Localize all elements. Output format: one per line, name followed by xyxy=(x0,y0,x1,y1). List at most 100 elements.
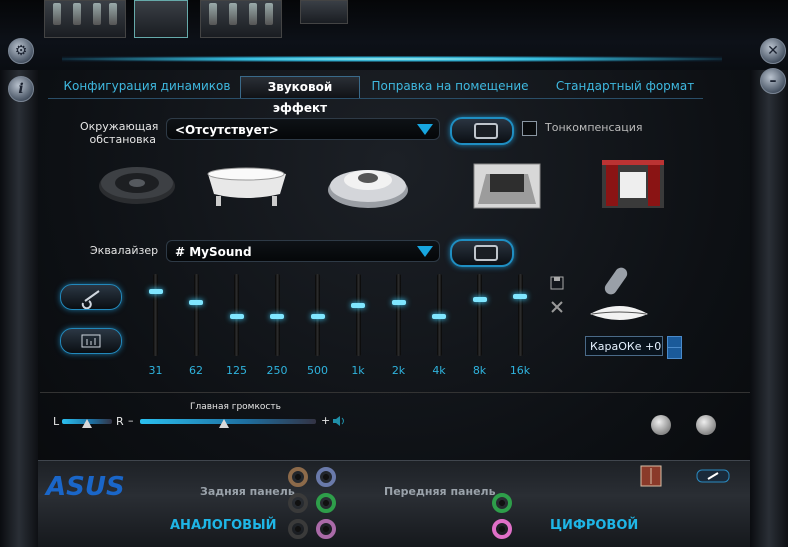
eq-slider-knob[interactable] xyxy=(391,299,406,305)
front-jack-green[interactable] xyxy=(492,493,512,513)
door-icon[interactable] xyxy=(640,465,662,487)
eq-slider-knob[interactable] xyxy=(513,293,527,299)
tab-room-correction[interactable]: Поправка на помещение xyxy=(370,76,530,97)
apply-all-check-icon[interactable] xyxy=(696,415,716,435)
eq-frequency-label: 500 xyxy=(307,364,328,377)
environment-label-line2: обстановка xyxy=(89,133,157,146)
eq-frequency-label: 62 xyxy=(189,364,203,377)
loudness-label: Тонкомпенсация xyxy=(545,121,643,134)
tab-speaker-config[interactable]: Конфигурация динамиков xyxy=(62,76,232,97)
volume-minus-label: – xyxy=(128,414,134,427)
eq-frequency-label: 8k xyxy=(472,364,487,377)
equalizer-select-value: # MySound xyxy=(175,245,252,259)
rear-jack-black[interactable] xyxy=(288,493,308,513)
environment-toggle[interactable] xyxy=(450,117,514,145)
stone-disc-icon[interactable] xyxy=(96,158,178,208)
eq-slider-knob[interactable] xyxy=(229,313,244,319)
front-panel-label: Передняя панель xyxy=(384,485,496,498)
environment-label-line1: Окружающая xyxy=(80,120,159,133)
save-icon[interactable] xyxy=(550,276,564,290)
eq-slider-track[interactable] xyxy=(477,274,482,356)
top-jack-panel-left xyxy=(44,0,126,38)
jack-icon xyxy=(249,3,257,25)
balance-left-label: L xyxy=(53,415,60,428)
eq-slider-knob[interactable] xyxy=(189,299,203,305)
speaker-icon[interactable] xyxy=(332,415,348,427)
toggle-knob xyxy=(474,245,498,261)
jack-icon xyxy=(229,3,237,25)
rear-jack-brown[interactable] xyxy=(288,467,308,487)
digital-label: ЦИФРОВОЙ xyxy=(550,518,639,533)
environment-select[interactable]: <Отсутствует> xyxy=(166,118,440,140)
equalizer-toggle[interactable] xyxy=(450,239,514,267)
toggle-knob xyxy=(474,123,498,139)
rear-jack-black[interactable] xyxy=(288,519,308,539)
eq-slider-track[interactable] xyxy=(517,274,523,356)
settings-gear-icon[interactable]: ⚙ xyxy=(8,38,34,64)
eq-frequency-label: 4k xyxy=(432,364,446,377)
jack-icon xyxy=(93,3,101,25)
microphone-lips-icon xyxy=(590,267,648,320)
close-icon[interactable]: ✕ xyxy=(760,38,786,64)
eq-slider-knob[interactable] xyxy=(351,302,365,308)
rear-jack-pink[interactable] xyxy=(316,519,336,539)
tab-sound-effect[interactable]: Звуковой эффект xyxy=(240,76,360,115)
equalizer-grid-icon xyxy=(81,334,101,348)
jack-icon xyxy=(265,3,273,25)
master-volume-label: Главная громкость xyxy=(190,402,281,412)
eq-slider-knob[interactable] xyxy=(148,289,163,295)
top-cable-icon xyxy=(300,0,348,24)
guitar-preset-button[interactable] xyxy=(60,284,122,310)
eq-slider-track[interactable] xyxy=(193,274,199,356)
tab-bar: Конфигурация динамиков Звуковой эффект П… xyxy=(48,76,703,115)
arena-icon[interactable] xyxy=(326,158,410,210)
rear-panel-label: Задняя панель xyxy=(200,485,295,498)
theater-icon[interactable] xyxy=(598,158,668,212)
audio-manager-window: ⚙ i ✕ – Конфигурация динамиков Звуковой … xyxy=(0,0,788,547)
eq-slider-knob[interactable] xyxy=(472,296,487,302)
asus-logo: ASUS xyxy=(44,473,125,499)
balance-right-label: R xyxy=(116,415,124,428)
karaoke-down-button[interactable] xyxy=(667,347,682,359)
equalizer-view-button[interactable] xyxy=(60,328,122,354)
jack-icon xyxy=(73,3,81,25)
front-jack-pink[interactable] xyxy=(492,519,512,539)
top-jack-panel-selected[interactable] xyxy=(134,0,188,38)
info-icon[interactable]: i xyxy=(8,76,34,102)
eq-slider-track[interactable] xyxy=(396,274,401,356)
balance-thumb[interactable] xyxy=(82,419,92,428)
volume-plus-label: + xyxy=(321,414,331,427)
header-glow xyxy=(62,56,722,62)
jack-icon xyxy=(109,3,117,25)
bathtub-icon[interactable] xyxy=(200,160,292,210)
eq-slider-track[interactable] xyxy=(153,274,158,356)
guitar-icon xyxy=(81,290,100,310)
eq-frequency-label: 125 xyxy=(226,364,247,377)
volume-thumb[interactable] xyxy=(219,419,230,428)
eq-slider-track[interactable] xyxy=(355,274,361,356)
jack-icon xyxy=(209,3,217,25)
eq-slider-knob[interactable] xyxy=(310,313,325,319)
environment-label: Окружающая обстановка xyxy=(80,120,159,146)
eq-slider-knob[interactable] xyxy=(270,313,284,319)
eq-frequency-label: 2k xyxy=(391,364,406,377)
eq-frequency-label: 250 xyxy=(266,364,288,377)
eq-frequency-label: 1k xyxy=(351,364,365,377)
delete-icon[interactable] xyxy=(550,300,564,314)
environment-select-value: <Отсутствует> xyxy=(175,123,279,137)
loudness-checkbox[interactable] xyxy=(522,121,537,136)
room-icon[interactable] xyxy=(470,160,546,212)
rear-jack-green[interactable] xyxy=(316,493,336,513)
apply-check-icon[interactable] xyxy=(651,415,671,435)
equalizer-select[interactable]: # MySound xyxy=(166,240,440,262)
wrench-icon[interactable] xyxy=(696,469,730,483)
eq-slider-knob[interactable] xyxy=(432,313,446,319)
chevron-down-icon xyxy=(417,124,433,135)
minimize-icon[interactable]: – xyxy=(760,68,786,94)
rear-jack-blue[interactable] xyxy=(316,467,336,487)
jack-icon xyxy=(53,3,61,25)
logo-text: ASUS xyxy=(44,473,125,499)
analog-label: АНАЛОГОВЫЙ xyxy=(170,518,277,533)
eq-frequency-label: 31 xyxy=(148,364,163,377)
tab-default-format[interactable]: Стандартный формат xyxy=(548,76,702,97)
